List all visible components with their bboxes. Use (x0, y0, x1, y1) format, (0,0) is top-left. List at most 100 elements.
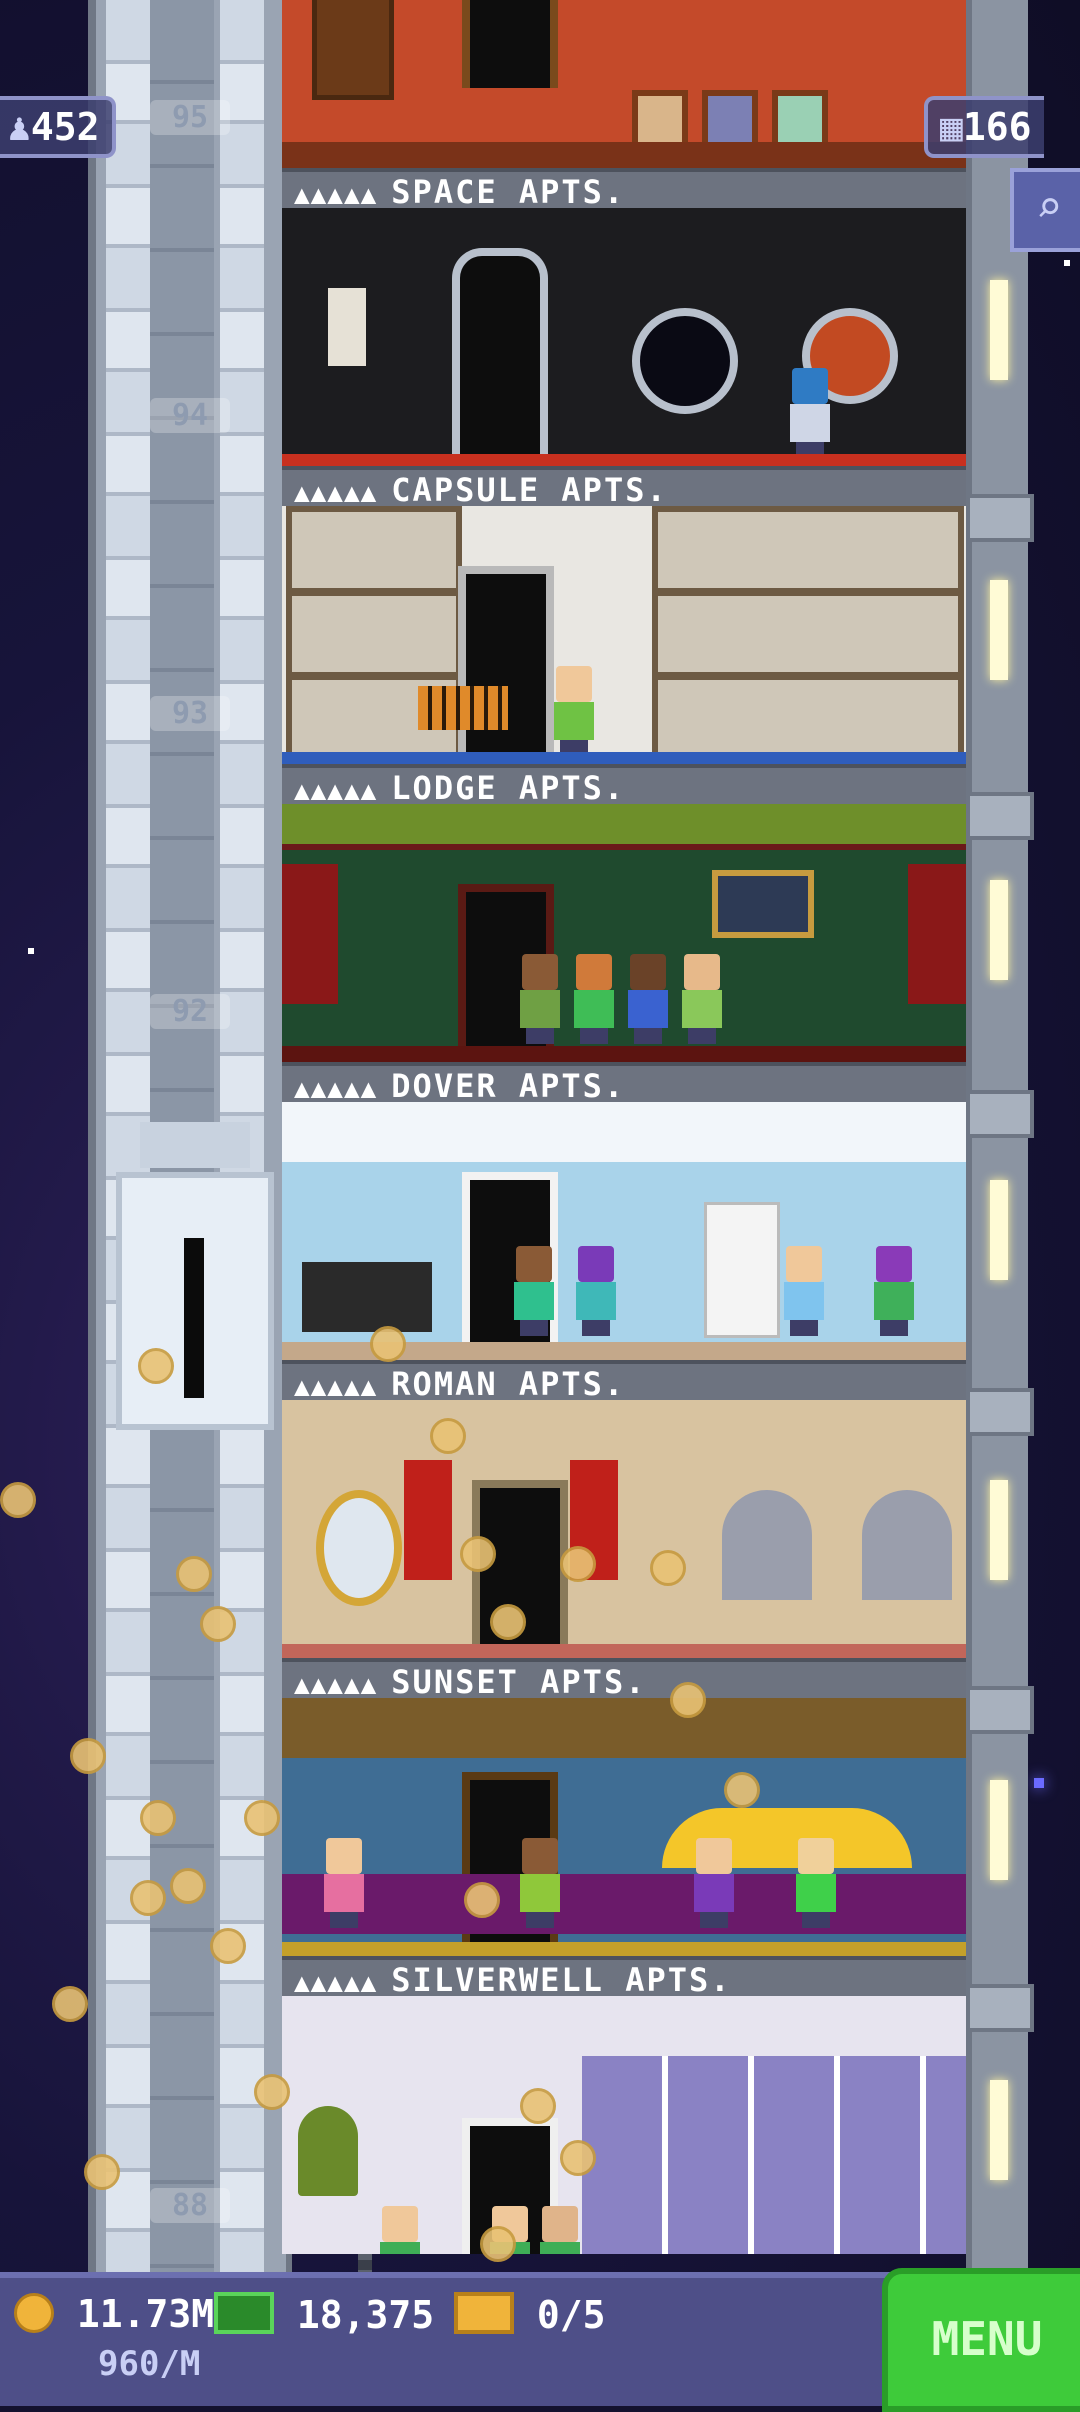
wall-lamp (990, 2080, 1008, 2180)
ceiling-beam (282, 804, 966, 850)
resident[interactable] (782, 1246, 826, 1336)
floor-rating: ▲▲▲▲▲ (294, 478, 378, 508)
floor-94[interactable]: ▲▲▲▲▲ CAPSULE APTS. (282, 208, 966, 510)
room-interior (282, 0, 966, 168)
falling-coin[interactable] (0, 1482, 36, 1518)
falling-coin[interactable] (140, 1800, 176, 1836)
population-value: 452 (30, 105, 100, 149)
resident[interactable] (872, 1246, 916, 1336)
falling-coin[interactable] (254, 2074, 290, 2110)
falling-coin[interactable] (670, 1682, 706, 1718)
floor-label: ▲▲▲▲▲ SUNSET APTS. (282, 1658, 966, 1702)
coins-display[interactable]: 11.73M (14, 2292, 214, 2336)
resident[interactable] (574, 1246, 618, 1336)
floor-strip (282, 752, 966, 764)
floor-strip (282, 1644, 966, 1658)
floor-strip (282, 454, 966, 466)
falling-coin[interactable] (480, 2226, 516, 2262)
falling-coin[interactable] (724, 1772, 760, 1808)
room-interior (282, 1698, 966, 1956)
floor-name: CAPSULE APTS. (391, 471, 668, 509)
doorway (462, 0, 558, 88)
falling-coin[interactable] (138, 1348, 174, 1384)
search-button[interactable]: ⌕ (1010, 168, 1080, 252)
floor-count-value: 166 (962, 105, 1032, 149)
resident[interactable] (692, 1838, 736, 1928)
floor-label: ▲▲▲▲▲ SPACE APTS. (282, 168, 966, 212)
falling-coin[interactable] (176, 1556, 212, 1592)
menu-button[interactable]: MENU (882, 2268, 1080, 2412)
wall-panel (328, 288, 366, 366)
falling-coin[interactable] (560, 2140, 596, 2176)
wall-bracket (966, 1686, 1034, 1734)
falling-coin[interactable] (560, 1546, 596, 1582)
floor-88[interactable] (282, 1996, 966, 2294)
falling-coin[interactable] (460, 1536, 496, 1572)
floor-rating: ▲▲▲▲▲ (294, 1670, 378, 1700)
room-interior (282, 208, 966, 466)
capsule-stack (652, 506, 964, 758)
room-interior (282, 1996, 966, 2254)
curtain (908, 864, 966, 1004)
falling-coin[interactable] (520, 2088, 556, 2124)
tower-bux-icon (214, 2292, 274, 2334)
floor-label: ▲▲▲▲▲ SILVERWELL APTS. (282, 1956, 966, 2000)
floor-95[interactable]: ▲▲▲▲▲ SPACE APTS. (282, 0, 966, 212)
resident[interactable] (322, 1838, 366, 1928)
ticket-display[interactable]: 0/5 (454, 2292, 606, 2337)
falling-coin[interactable] (650, 1550, 686, 1586)
resident[interactable] (626, 954, 670, 1044)
resident[interactable] (680, 954, 724, 1044)
falling-coin[interactable] (430, 1418, 466, 1454)
floor-counter[interactable]: ▦166 (924, 96, 1044, 158)
falling-coin[interactable] (84, 2154, 120, 2190)
room-interior (282, 804, 966, 1062)
resident[interactable] (788, 368, 832, 458)
window-grid (582, 2056, 966, 2254)
bux-display[interactable]: 18,375 (214, 2292, 434, 2337)
falling-coin[interactable] (370, 1326, 406, 1362)
falling-coin[interactable] (210, 1928, 246, 1964)
resident[interactable] (518, 954, 562, 1044)
falling-coin[interactable] (200, 1606, 236, 1642)
falling-coin[interactable] (170, 1868, 206, 1904)
falling-coin[interactable] (490, 1604, 526, 1640)
porthole (632, 308, 738, 414)
resident[interactable] (552, 666, 596, 756)
arch-window (862, 1490, 952, 1600)
elevator-door (184, 1238, 204, 1398)
resident[interactable] (378, 2206, 422, 2254)
falling-coin[interactable] (464, 1882, 500, 1918)
bux-value: 18,375 (296, 2293, 435, 2337)
resident[interactable] (512, 1246, 556, 1336)
resident[interactable] (518, 1838, 562, 1928)
arch-window (722, 1490, 812, 1600)
resident[interactable] (794, 1838, 838, 1928)
resident[interactable] (538, 2206, 582, 2254)
wall-lamp (990, 580, 1008, 680)
floor-number: 95 (150, 100, 230, 135)
ticket-icon (454, 2292, 514, 2334)
floor-name: SUNSET APTS. (391, 1663, 647, 1701)
banner (404, 1460, 452, 1580)
falling-coin[interactable] (244, 1800, 280, 1836)
falling-coin[interactable] (130, 1880, 166, 1916)
room-interior (282, 1400, 966, 1658)
floor-90[interactable]: ▲▲▲▲▲ SUNSET APTS. (282, 1400, 966, 1702)
falling-coin[interactable] (52, 1986, 88, 2022)
floor-92[interactable]: ▲▲▲▲▲ DOVER APTS. (282, 804, 966, 1106)
floor-rating: ▲▲▲▲▲ (294, 1074, 378, 1104)
resident[interactable] (572, 954, 616, 1044)
floor-89[interactable]: ▲▲▲▲▲ SILVERWELL APTS. (282, 1698, 966, 2000)
floor-strip (282, 1942, 966, 1956)
room-interior (282, 1102, 966, 1360)
wall-lamp (990, 1480, 1008, 1580)
floor-name: SPACE APTS. (391, 173, 626, 211)
falling-coin[interactable] (70, 1738, 106, 1774)
elevator-car[interactable] (116, 1122, 274, 1430)
picture-frame (772, 90, 828, 148)
floor-label: ▲▲▲▲▲ DOVER APTS. (282, 1062, 966, 1106)
wall-lamp (990, 880, 1008, 980)
floor-93[interactable]: ▲▲▲▲▲ LODGE APTS. (282, 506, 966, 808)
population-counter[interactable]: ♟452 (0, 96, 116, 158)
